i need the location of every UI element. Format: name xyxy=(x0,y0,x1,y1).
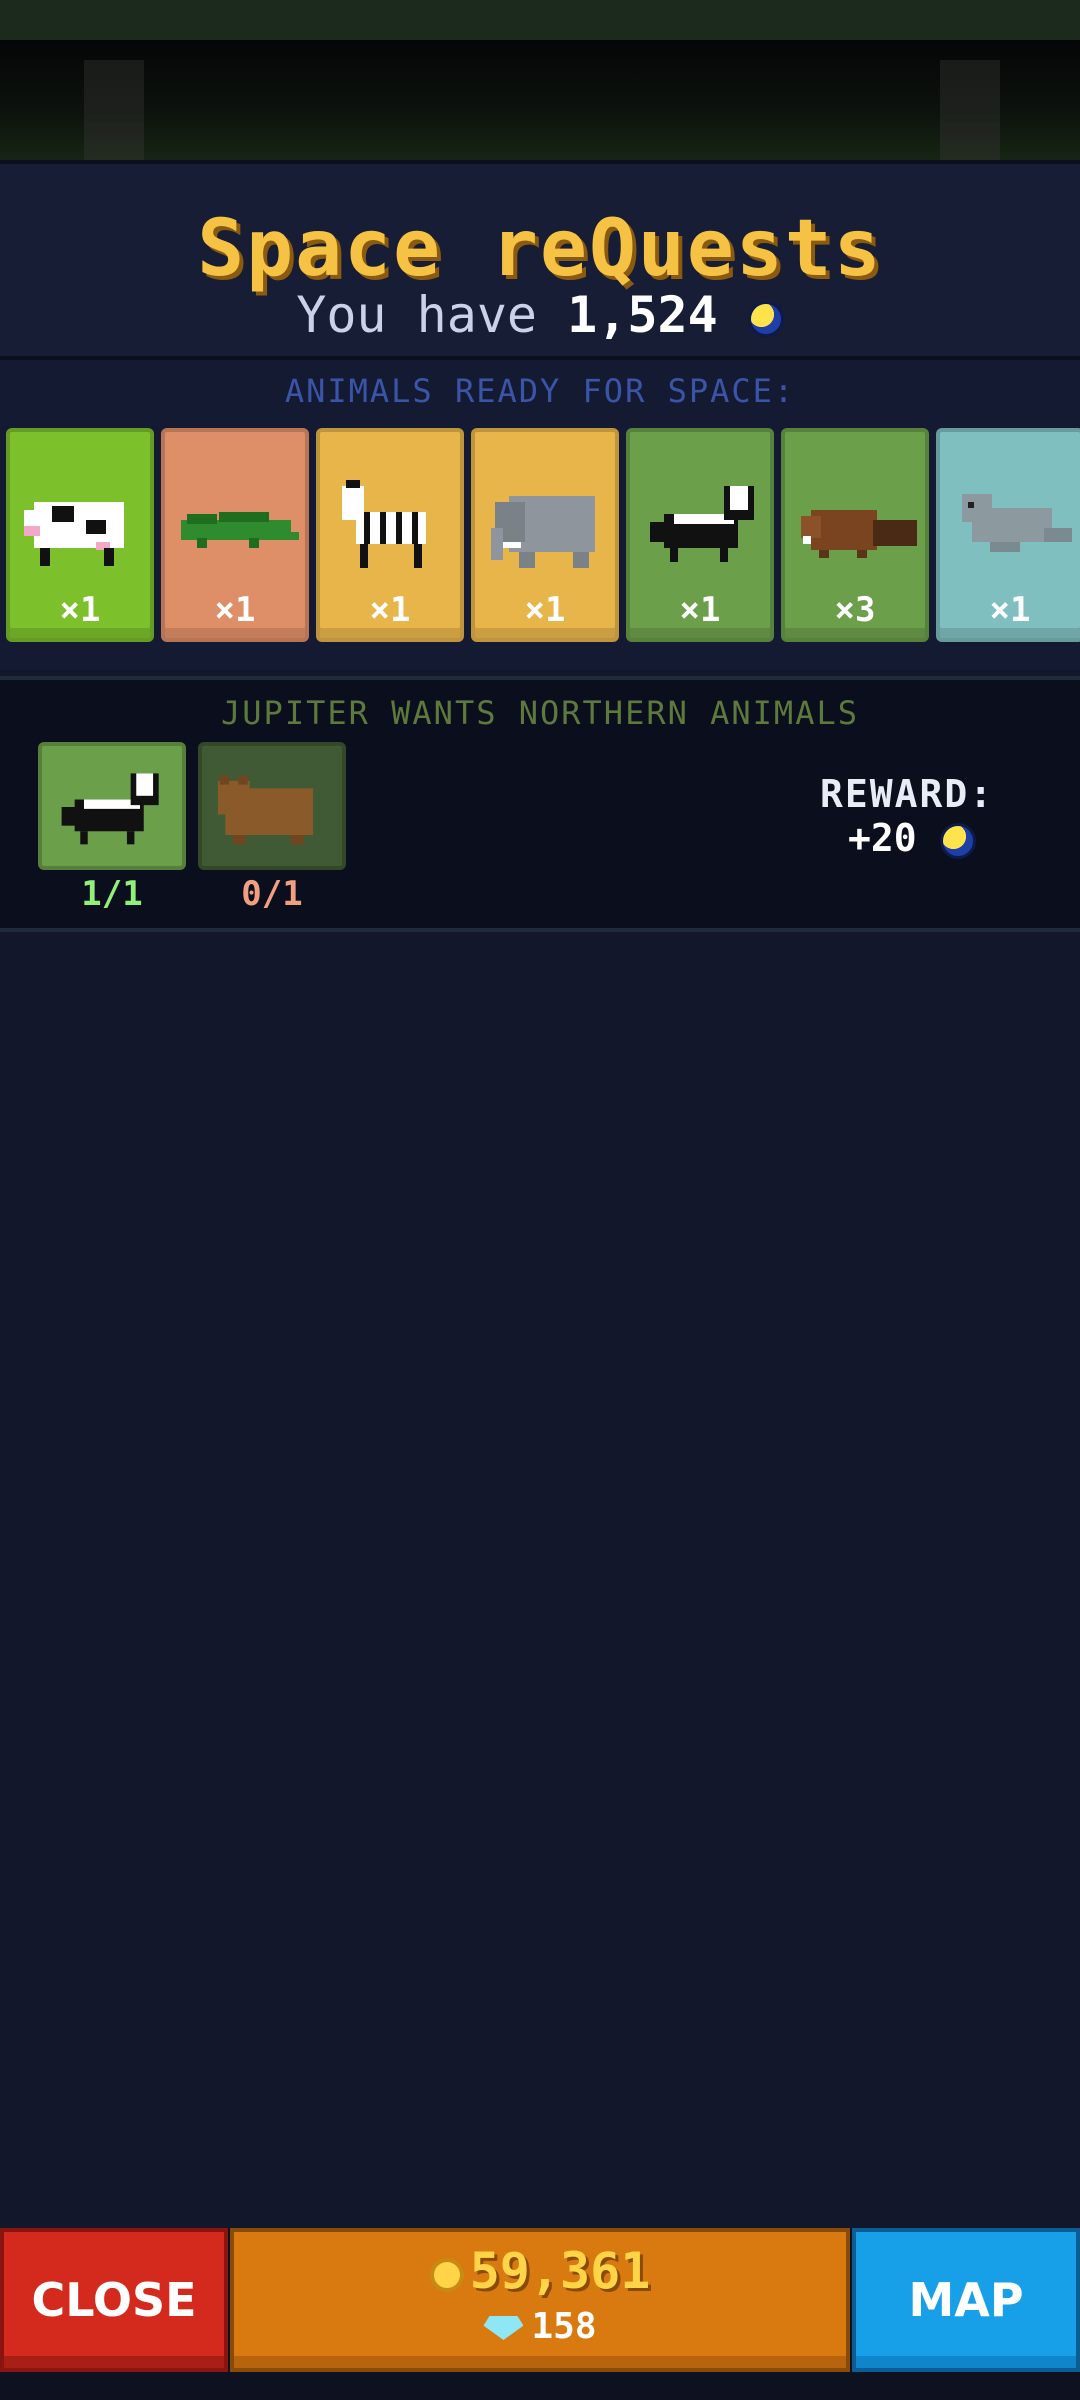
ready-animals-section: ANIMALS READY FOR SPACE: ×1 ×1 ×1 ×1 ×1 ×3 ×1 xyxy=(0,360,1080,670)
beaver-icon xyxy=(801,510,917,558)
zebra-card[interactable]: ×1 xyxy=(316,428,464,642)
gem-amount: 158 xyxy=(531,2306,597,2347)
moon-coin-icon xyxy=(747,300,784,337)
skunk-progress: 1/1 xyxy=(81,874,143,914)
coin-amount: 59,361 xyxy=(469,2242,651,2300)
empty-content-area xyxy=(0,932,1080,2228)
beaver-card[interactable]: ×3 xyxy=(781,428,929,642)
bottom-bar: CLOSE 59,361 158 MAP xyxy=(0,2228,1080,2400)
cow-icon xyxy=(24,502,124,566)
zebra-count: ×1 xyxy=(369,590,411,630)
reward-value: +20 xyxy=(848,816,976,860)
page-title: Space reQuests xyxy=(197,204,883,294)
beaver-count: ×3 xyxy=(834,590,876,630)
quest-slot-skunk[interactable] xyxy=(38,742,186,870)
quest-panel: JUPITER WANTS NORTHERN ANIMALS 1/1 0/1 RE… xyxy=(0,676,1080,932)
reward-label: REWARD: xyxy=(820,772,995,816)
seal-card[interactable]: ×1 xyxy=(936,428,1080,642)
skunk-count: ×1 xyxy=(679,590,721,630)
zebra-icon xyxy=(342,480,426,568)
requests-header: Space reQuests You have 1,524 xyxy=(0,160,1080,360)
bear-icon xyxy=(217,775,314,845)
elephant-icon xyxy=(491,496,595,568)
crocodile-icon xyxy=(181,512,299,548)
coin-balance: 59,361 xyxy=(234,2242,846,2300)
close-button[interactable]: CLOSE xyxy=(0,2228,228,2372)
bear-progress: 0/1 xyxy=(241,874,303,914)
moon-balance: 1,524 xyxy=(567,286,718,344)
scene-background xyxy=(0,40,1080,200)
crocodile-count: ×1 xyxy=(214,590,256,630)
skunk-icon xyxy=(650,486,754,562)
skunk-icon xyxy=(61,773,159,845)
reward-amount: +20 xyxy=(848,816,917,860)
gem-icon xyxy=(483,2316,524,2340)
balance-prefix: You have xyxy=(296,286,538,344)
crocodile-card[interactable]: ×1 xyxy=(161,428,309,642)
map-button[interactable]: MAP xyxy=(852,2228,1080,2372)
gem-balance: 158 xyxy=(234,2306,846,2347)
moon-coin-icon xyxy=(939,822,976,859)
seal-count: ×1 xyxy=(989,590,1031,630)
scene-top xyxy=(0,0,1080,40)
currency-panel[interactable]: 59,361 158 xyxy=(230,2228,850,2372)
seal-icon xyxy=(962,494,1072,552)
ready-animals-label: ANIMALS READY FOR SPACE: xyxy=(284,372,796,410)
cow-card[interactable]: ×1 xyxy=(6,428,154,642)
elephant-card[interactable]: ×1 xyxy=(471,428,619,642)
quest-title: JUPITER WANTS NORTHERN ANIMALS xyxy=(221,694,859,732)
cow-count: ×1 xyxy=(59,590,101,630)
coin-icon xyxy=(429,2257,464,2292)
skunk-card[interactable]: ×1 xyxy=(626,428,774,642)
quest-slot-bear[interactable] xyxy=(198,742,346,870)
elephant-count: ×1 xyxy=(524,590,566,630)
balance-line: You have 1,524 xyxy=(0,286,1080,344)
